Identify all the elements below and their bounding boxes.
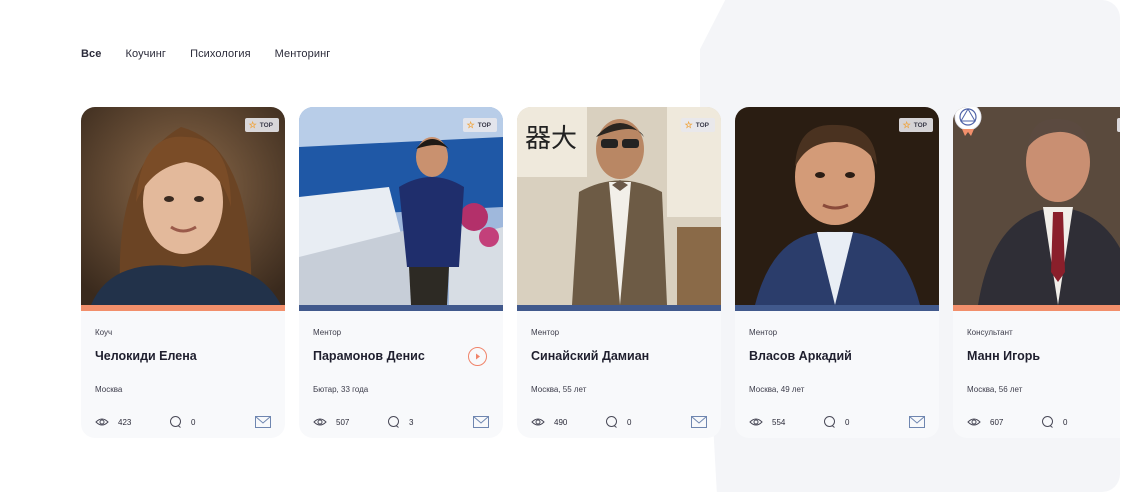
specialist-name[interactable]: Челокиди Елена: [95, 349, 271, 365]
mail-icon[interactable]: [909, 416, 925, 428]
specialist-photo: 器大 ☆ TOP: [517, 107, 721, 305]
star-icon: ☆: [902, 119, 911, 130]
eye-icon: [967, 418, 981, 426]
specialist-role: Ментор: [749, 328, 778, 337]
specialist-photo: ☆TOP: [735, 107, 939, 305]
award-icon: [954, 107, 982, 136]
eye-icon: [749, 418, 763, 426]
specialist-card[interactable]: 器大 ☆ TOP Ментор Синайский Дамиан Москва, …: [517, 107, 721, 438]
category-tabs: Все Коучинг Психология Менторинг: [81, 47, 330, 61]
specialist-photo: ☆TOP: [299, 107, 503, 305]
specialist-role: Коуч: [95, 328, 113, 337]
comment-icon: [1042, 416, 1053, 428]
specialist-role: Ментор: [313, 328, 342, 337]
specialist-location: Москва, 49 лет: [749, 385, 805, 394]
specialist-location: Бютар, 33 года: [313, 385, 369, 394]
tab-coaching[interactable]: Коучинг: [125, 47, 166, 61]
comments-stat: 0: [169, 416, 195, 428]
star-icon: ☆: [248, 119, 257, 130]
views-stat: 507: [313, 417, 387, 427]
specialist-card[interactable]: ☆ TOP Ментор Парамонов Денис Бютар, 33 го…: [299, 107, 503, 438]
tab-psychology[interactable]: Психология: [190, 47, 251, 61]
top-badge: ☆TOP: [244, 118, 279, 132]
comments-stat: 0: [1041, 416, 1067, 428]
specialist-name[interactable]: Манн Игорь: [967, 349, 1125, 365]
play-icon: [475, 353, 480, 360]
tab-all[interactable]: Все: [81, 47, 109, 61]
specialist-location: Москва, 56 лет: [967, 385, 1023, 394]
play-video-button[interactable]: [468, 347, 487, 366]
eye-icon: [313, 418, 327, 426]
specialist-name[interactable]: Парамонов Денис: [313, 349, 489, 365]
top-badge: ☆TOP: [680, 118, 715, 132]
comments-stat: 0: [823, 416, 849, 428]
star-icon: ☆: [466, 119, 475, 130]
views-stat: 490: [531, 417, 605, 427]
specialist-photo: ☆TOP: [81, 107, 285, 305]
tab-mentoring[interactable]: Менторинг: [275, 47, 331, 61]
eye-icon: [95, 418, 109, 426]
specialist-card[interactable]: ☆ TOP Ментор Власов Аркадий Москва, 49 ле…: [735, 107, 939, 438]
views-stat: 607: [967, 417, 1041, 427]
specialist-name[interactable]: Власов Аркадий: [749, 349, 925, 365]
specialist-card[interactable]: ☆ TOP Коуч Челокиди Елена Москва 423 0: [81, 107, 285, 438]
mail-icon[interactable]: [691, 416, 707, 428]
viewport-edge: [1120, 0, 1125, 492]
star-icon: ☆: [684, 119, 693, 130]
specialist-location: Москва, 55 лет: [531, 385, 587, 394]
mail-icon[interactable]: [473, 416, 489, 428]
top-badge: ☆TOP: [462, 118, 497, 132]
comment-icon: [170, 416, 181, 428]
comment-icon: [824, 416, 835, 428]
specialist-role: Консультант: [967, 328, 1013, 337]
comments-stat: 0: [605, 416, 631, 428]
specialist-role: Ментор: [531, 328, 560, 337]
comment-icon: [606, 416, 617, 428]
specialist-name[interactable]: Синайский Дамиан: [531, 349, 707, 365]
eye-icon: [531, 418, 545, 426]
views-stat: 554: [749, 417, 823, 427]
specialist-location: Москва: [95, 385, 123, 394]
mail-icon[interactable]: [255, 416, 271, 428]
comments-stat: 3: [387, 416, 413, 428]
specialist-cards: ☆ TOP Коуч Челокиди Елена Москва 423 0 ☆…: [81, 107, 1125, 438]
views-stat: 423: [95, 417, 169, 427]
specialist-card[interactable]: ☆TOP Консультант Манн Игорь Москва, 56 л…: [953, 107, 1125, 438]
top-badge: ☆TOP: [898, 118, 933, 132]
svg-text:器大: 器大: [525, 124, 577, 154]
comment-icon: [388, 416, 399, 428]
